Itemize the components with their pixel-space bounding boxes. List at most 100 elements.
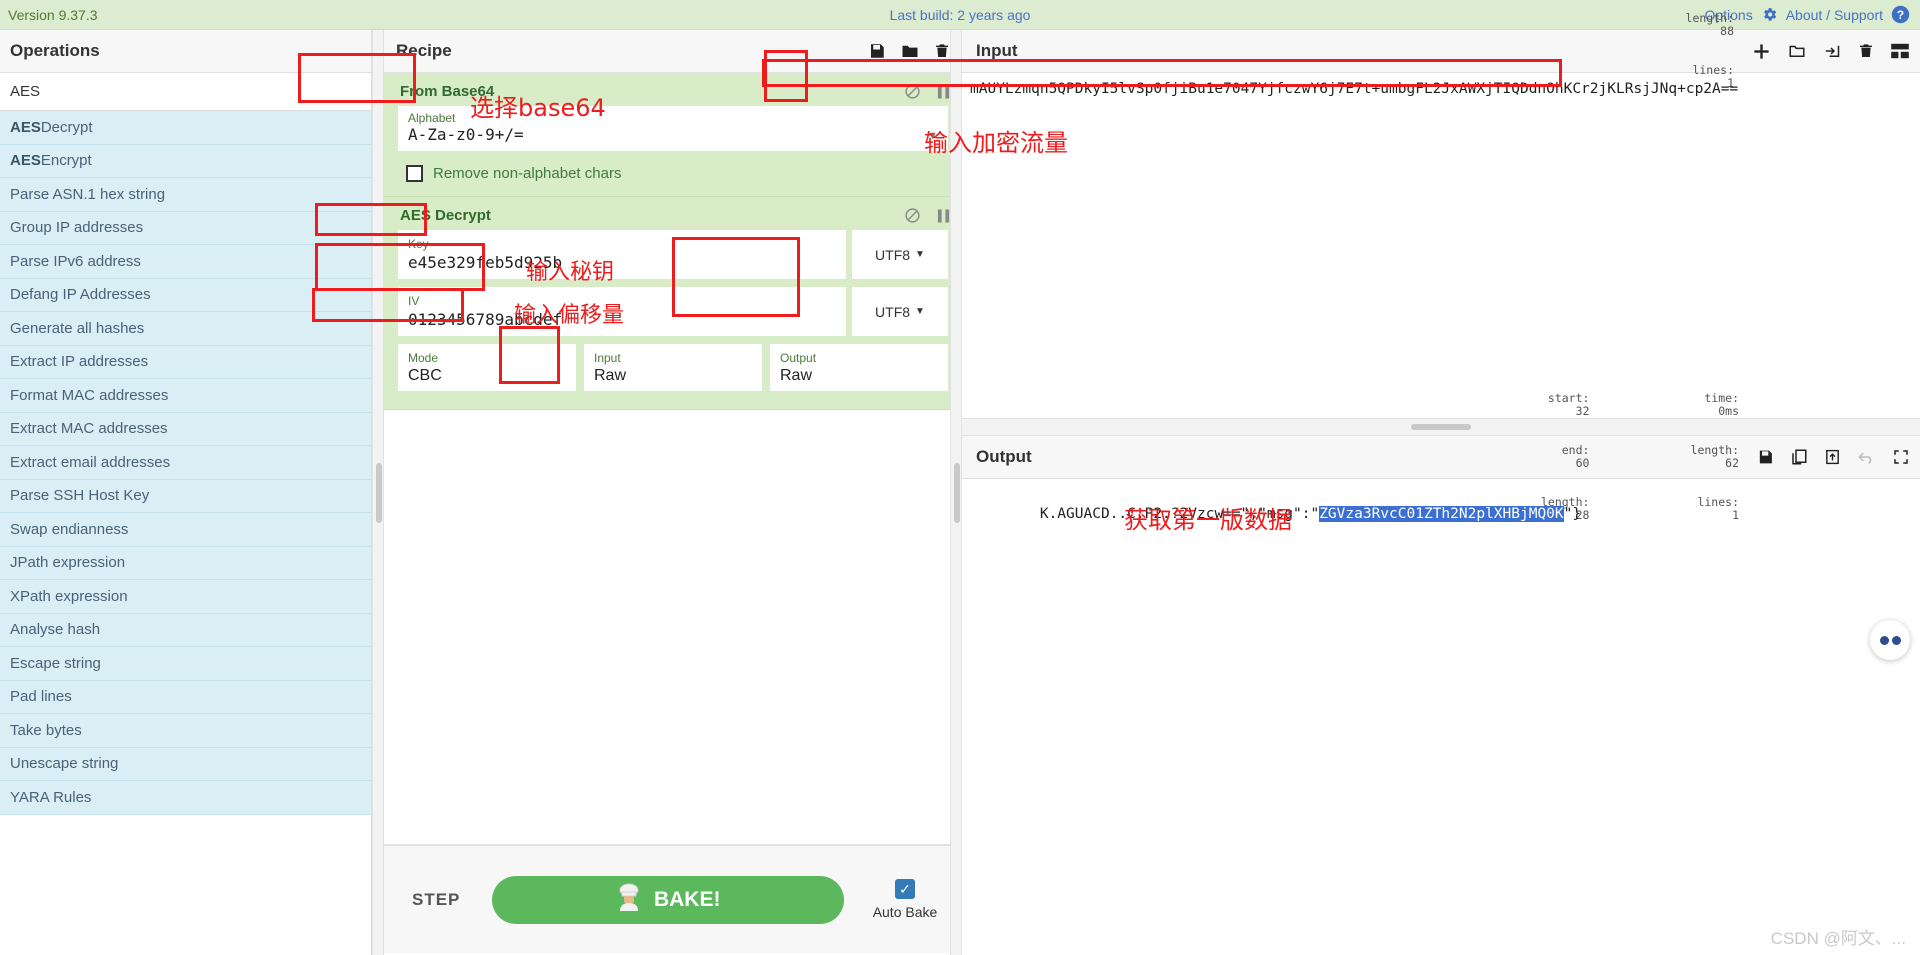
breakpoint-icon[interactable] (937, 84, 950, 100)
splitter-grip (954, 462, 960, 523)
operation-label: Parse IPv6 address (10, 252, 141, 270)
operation-label: XPath expression (10, 587, 128, 605)
bake-button[interactable]: BAKE! (492, 875, 844, 924)
input-toolbar (1752, 42, 1910, 61)
floating-assistant-button[interactable] (1870, 620, 1910, 660)
operation-list-item[interactable]: XPath expression (0, 580, 371, 614)
output-end-row: end: 60 (1458, 431, 1590, 483)
gear-icon[interactable] (1761, 6, 1778, 23)
operation-list-item[interactable]: Defang IP Addresses (0, 278, 371, 312)
operation-list-item[interactable]: Group IP addresses (0, 211, 371, 245)
operation-list-item[interactable]: Extract MAC addresses (0, 412, 371, 446)
operation-label: Unescape string (10, 755, 119, 773)
mode-label: Mode (408, 351, 439, 365)
recipe-op-aes-decrypt[interactable]: AES Decrypt Key e45e329feb5d925b UTF8 ▼ … (384, 197, 962, 410)
output-textarea[interactable]: K.AGUACD..C.P2.?2Vzcw==","msg":"ZGVza3Rv… (962, 479, 1920, 909)
open-folder-as-input-icon[interactable] (1823, 42, 1842, 60)
output-length-row: length: 62 (1607, 431, 1739, 483)
output-length-label: length: (1690, 443, 1739, 457)
load-recipe-folder-icon[interactable] (900, 42, 920, 60)
operation-list-item[interactable]: AES Decrypt (0, 111, 371, 145)
operation-list-item[interactable]: Parse SSH Host Key (0, 479, 371, 513)
replace-input-icon[interactable] (1824, 448, 1841, 466)
breakpoint-icon[interactable] (937, 208, 950, 224)
output-start-row: start: 32 (1458, 379, 1590, 431)
output-text-value: K.AGUACD..C.P2.?2Vzcw==","msg":"ZGVza3Rv… (970, 486, 1912, 543)
input-textarea[interactable]: mAUYLzmqn5QPDkyI5lvSp0fjiBu1e7047YjfczwY… (962, 73, 1920, 418)
iv-row: IV 0123456789abcdef UTF8 ▼ (398, 287, 948, 336)
operation-list-item[interactable]: Escape string (0, 647, 371, 681)
recipe-header: Recipe (384, 30, 962, 73)
operation-match-text: AES (10, 152, 41, 170)
chevron-down-icon[interactable]: ▼ (927, 130, 938, 145)
operation-list-item[interactable]: Extract IP addresses (0, 345, 371, 379)
operation-list-item[interactable]: Extract email addresses (0, 446, 371, 480)
operation-label: Group IP addresses (10, 219, 144, 237)
operation-list-item[interactable]: AES Encrypt (0, 144, 371, 178)
checkbox-box[interactable] (406, 165, 423, 182)
recipe-toolbar (868, 42, 950, 60)
aes-output-format-field[interactable]: Output Raw (770, 344, 948, 391)
operation-list-item[interactable]: JPath expression (0, 546, 371, 580)
clear-recipe-trash-icon[interactable] (934, 42, 950, 60)
io-splitter-horizontal[interactable] (962, 418, 1920, 436)
alphabet-field-textwrap: Alphabet A-Za-z0-9+/= (408, 111, 927, 145)
recipe-op-title: AES Decrypt (400, 207, 491, 224)
splitter-ops-recipe[interactable] (372, 30, 384, 955)
recipe-operations-list: From Base64 Alphabet A-Za-z0-9+/= ▼ Remo… (384, 73, 962, 845)
maximise-output-icon[interactable] (1892, 448, 1910, 466)
iv-encoding-value: UTF8 (875, 303, 911, 320)
recipe-op-controls (904, 83, 950, 100)
operation-list-item[interactable]: Parse ASN.1 hex string (0, 178, 371, 212)
banner-right-links: Options About / Support ? (1704, 5, 1910, 24)
operation-list-item[interactable]: Format MAC addresses (0, 379, 371, 413)
output-title: Output (976, 447, 1032, 466)
key-field[interactable]: Key e45e329feb5d925b (398, 230, 846, 279)
reset-layout-icon[interactable] (1890, 43, 1910, 59)
copy-output-icon[interactable] (1790, 448, 1808, 466)
operation-list-item[interactable]: YARA Rules (0, 781, 371, 815)
mode-field[interactable]: Mode CBC (398, 344, 576, 391)
clear-io-trash-icon[interactable] (1858, 42, 1874, 60)
operation-list-item[interactable]: Generate all hashes (0, 312, 371, 346)
input-title: Input (976, 41, 1018, 60)
iv-encoding-select[interactable]: UTF8 ▼ (852, 287, 948, 336)
key-encoding-select[interactable]: UTF8 ▼ (852, 230, 948, 279)
add-tab-icon[interactable] (1752, 42, 1771, 61)
save-output-icon[interactable] (1757, 448, 1774, 466)
step-button[interactable]: STEP (398, 890, 474, 910)
operation-list-item[interactable]: Unescape string (0, 747, 371, 781)
splitter-recipe-io[interactable] (950, 30, 962, 955)
open-folder-icon[interactable] (1787, 42, 1807, 60)
alphabet-field[interactable]: Alphabet A-Za-z0-9+/= ▼ (398, 106, 948, 151)
recipe-op-from-base64[interactable]: From Base64 Alphabet A-Za-z0-9+/= ▼ Remo… (384, 73, 962, 197)
undo-icon[interactable] (1857, 449, 1876, 465)
operations-search-input[interactable]: AES (0, 73, 371, 111)
auto-bake-checkbox[interactable]: ✓ (895, 879, 915, 899)
operations-title: Operations (0, 30, 371, 73)
operation-list-item[interactable]: Take bytes (0, 714, 371, 748)
question-circle-icon[interactable]: ? (1891, 5, 1910, 24)
aes-input-format-field[interactable]: Input Raw (584, 344, 762, 391)
output-header: Output start: 32 end: 60 length: 28 time… (962, 392, 1920, 522)
operation-list-item[interactable]: Parse IPv6 address (0, 245, 371, 279)
operation-label: Analyse hash (10, 621, 101, 639)
save-recipe-icon[interactable] (868, 42, 886, 60)
operation-list-item[interactable]: Swap endianness (0, 513, 371, 547)
disable-icon[interactable] (904, 207, 921, 224)
operation-label: Defang IP Addresses (10, 286, 151, 304)
auto-bake-toggle[interactable]: ✓ Auto Bake (862, 879, 948, 920)
about-support-link[interactable]: About / Support (1786, 7, 1883, 23)
recipe-op-header: AES Decrypt (384, 197, 962, 230)
chevron-down-icon: ▼ (915, 249, 925, 260)
output-toolbar (1757, 448, 1910, 466)
disable-icon[interactable] (904, 83, 921, 100)
checkbox-label: Remove non-alphabet chars (433, 165, 622, 182)
key-label: Key (408, 237, 429, 251)
operation-list-item[interactable]: Pad lines (0, 680, 371, 714)
operation-list-item[interactable]: Analyse hash (0, 613, 371, 647)
output-time-row: time: 0ms (1607, 379, 1739, 431)
iv-field[interactable]: IV 0123456789abcdef (398, 287, 846, 336)
remove-non-alphabet-chars-checkbox[interactable]: Remove non-alphabet chars (384, 159, 962, 186)
operation-label: Decrypt (40, 118, 93, 136)
